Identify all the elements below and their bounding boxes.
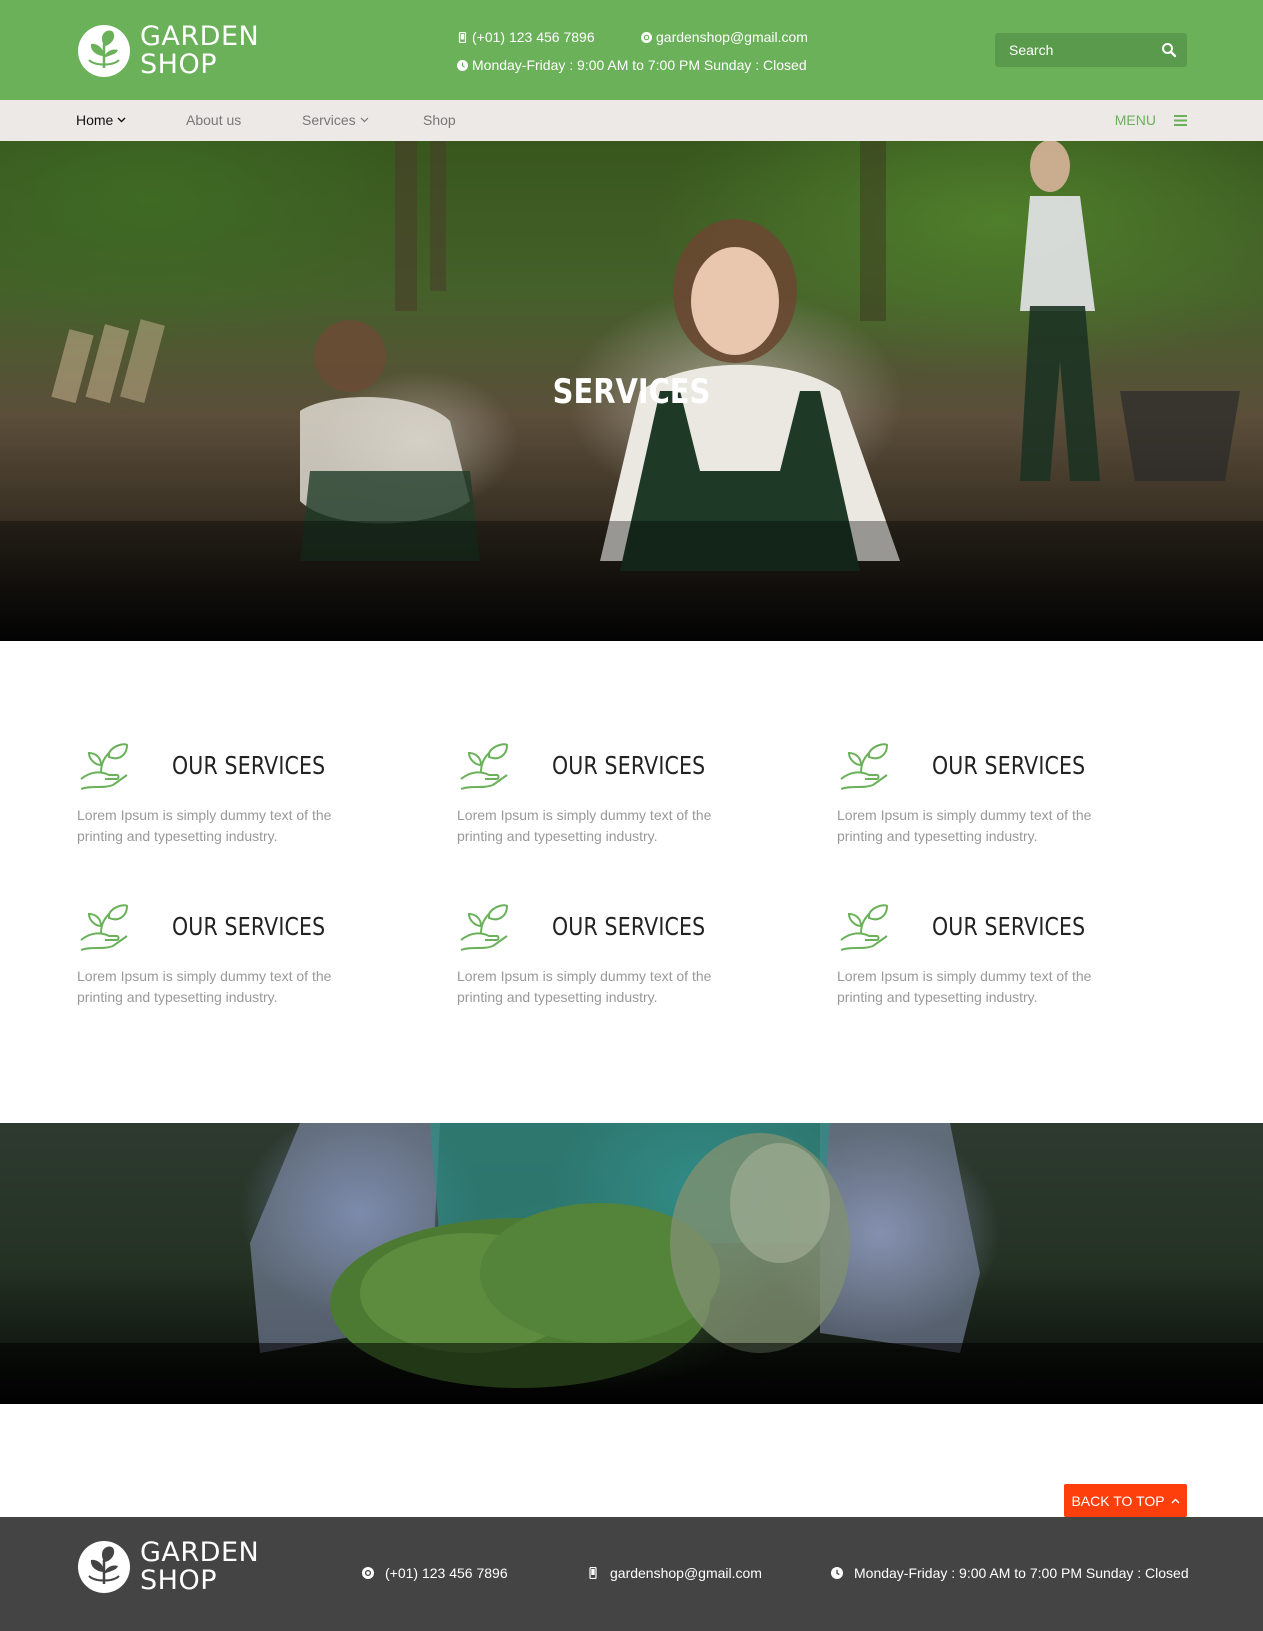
service-text: Lorem Ipsum is simply dummy text of the …	[837, 807, 1092, 844]
nav-item-shop[interactable]: Shop	[423, 112, 456, 128]
menu-label: MENU	[1114, 112, 1156, 128]
plant-hand-icon	[80, 743, 129, 790]
top-header: GARDEN SHOP (+01) 123 456 7896 gardensho…	[0, 0, 1263, 100]
search-box	[995, 33, 1187, 67]
footer-logo[interactable]: GARDEN SHOP	[77, 1539, 259, 1595]
site-footer: GARDEN SHOP (+01) 123 456 7896 gardensho…	[0, 1517, 1263, 1631]
menu-toggle[interactable]: MENU	[1115, 112, 1187, 128]
logo-line-2: SHOP	[140, 49, 217, 80]
plants-photo-band	[0, 1123, 1263, 1404]
footer-email[interactable]: gardenshop@gmail.com	[587, 1565, 762, 1581]
service-title: OUR SERVICES	[552, 912, 706, 941]
nav-item-label: Services	[302, 112, 356, 128]
header-email-text: gardenshop@gmail.com	[656, 29, 808, 45]
header-phone[interactable]: (+01) 123 456 7896	[457, 29, 595, 45]
service-title: OUR SERVICES	[172, 912, 326, 941]
leaf-logo-icon	[78, 25, 130, 77]
plant-hand-icon	[840, 904, 889, 951]
service-text: Lorem Ipsum is simply dummy text of the …	[457, 968, 712, 1005]
header-logo[interactable]: GARDEN SHOP	[77, 23, 259, 79]
logo-line-1: GARDEN	[140, 1537, 260, 1568]
back-to-top-label: BACK TO TOP	[1071, 1492, 1165, 1509]
footer-phone[interactable]: (+01) 123 456 7896	[362, 1565, 508, 1581]
plant-hand-icon	[840, 743, 889, 790]
service-title: OUR SERVICES	[552, 751, 706, 780]
search-icon[interactable]	[1161, 42, 1177, 58]
footer-hours-text: Monday-Friday : 9:00 AM to 7:00 PM Sunda…	[854, 1565, 1189, 1581]
logo-text: GARDEN SHOP	[140, 23, 259, 79]
header-hours-text: Monday-Friday : 9:00 AM to 7:00 PM Sunda…	[472, 57, 807, 73]
leaf-logo-icon	[78, 1541, 130, 1593]
logo-line-2: SHOP	[140, 1565, 217, 1596]
hero-banner: SERVICES	[0, 141, 1263, 641]
chevron-down-icon	[360, 117, 369, 123]
hero-title: SERVICES	[552, 372, 711, 412]
plant-hand-icon	[460, 904, 509, 951]
logo-text: GARDEN SHOP	[140, 1539, 259, 1595]
main-nav: Home About us Services Shop MENU	[0, 100, 1263, 141]
chevron-down-icon	[117, 117, 126, 123]
nav-item-services[interactable]: Services	[302, 112, 369, 128]
service-title: OUR SERVICES	[932, 751, 1086, 780]
service-title: OUR SERVICES	[932, 912, 1086, 941]
nav-item-label: Home	[76, 112, 114, 128]
nav-item-about-us[interactable]: About us	[186, 112, 241, 128]
service-text: Lorem Ipsum is simply dummy text of the …	[77, 968, 332, 1005]
logo-line-1: GARDEN	[140, 21, 260, 52]
service-title: OUR SERVICES	[172, 751, 326, 780]
plant-hand-icon	[80, 904, 129, 951]
mobile-phone-icon	[458, 31, 467, 43]
nav-item-home[interactable]: Home	[76, 112, 126, 128]
at-sign-icon	[362, 1567, 374, 1579]
clock-icon	[457, 59, 468, 71]
header-email[interactable]: gardenshop@gmail.com	[641, 29, 808, 45]
service-text: Lorem Ipsum is simply dummy text of the …	[77, 807, 332, 844]
chevron-up-icon	[1171, 1498, 1180, 1503]
footer-hours: Monday-Friday : 9:00 AM to 7:00 PM Sunda…	[831, 1565, 1189, 1581]
nav-item-label: Shop	[423, 112, 456, 128]
hamburger-icon	[1174, 114, 1187, 126]
at-sign-icon	[641, 31, 652, 43]
plant-hand-icon	[460, 743, 509, 790]
footer-phone-text: (+01) 123 456 7896	[385, 1565, 508, 1581]
service-text: Lorem Ipsum is simply dummy text of the …	[457, 807, 712, 844]
nav-item-label: About us	[186, 112, 242, 128]
header-phone-text: (+01) 123 456 7896	[472, 29, 595, 45]
header-hours: Monday-Friday : 9:00 AM to 7:00 PM Sunda…	[457, 57, 807, 73]
service-text: Lorem Ipsum is simply dummy text of the …	[837, 968, 1092, 1005]
mobile-phone-icon	[589, 1567, 597, 1579]
back-to-top-button[interactable]: BACK TO TOP	[1064, 1484, 1187, 1517]
clock-icon	[831, 1567, 843, 1579]
footer-email-text: gardenshop@gmail.com	[610, 1565, 762, 1581]
plants-photo	[0, 1123, 1263, 1404]
search-input[interactable]	[995, 33, 1155, 67]
